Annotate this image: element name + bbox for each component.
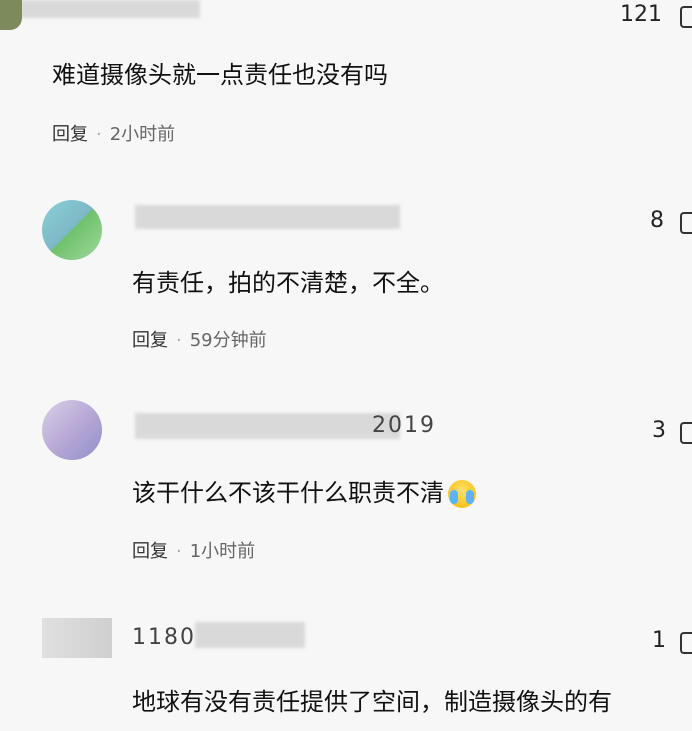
comment-text: 该干什么不该干什么职责不清 bbox=[132, 473, 476, 508]
like-icon[interactable] bbox=[680, 6, 692, 28]
comment-time: 59分钟前 bbox=[189, 330, 267, 351]
separator-dot: · bbox=[176, 330, 182, 351]
like-count: 121 bbox=[620, 2, 662, 27]
comment-text: 难道摄像头就一点责任也没有吗 bbox=[52, 61, 388, 89]
comment-meta: 回复 · 1小时前 bbox=[132, 537, 255, 563]
username-redacted bbox=[135, 413, 400, 439]
comment-time: 1小时前 bbox=[189, 541, 256, 562]
reply-button[interactable]: 回复 bbox=[52, 124, 88, 145]
comment-meta: 回复 · 59分钟前 bbox=[132, 326, 267, 352]
username-redacted bbox=[20, 0, 200, 18]
comment-time: 2小时前 bbox=[109, 124, 176, 145]
comment-text-content: 该干什么不该干什么职责不清 bbox=[132, 479, 444, 507]
username-redacted bbox=[135, 205, 400, 229]
reply-button[interactable]: 回复 bbox=[132, 330, 168, 351]
username-redacted bbox=[195, 622, 305, 648]
like-count: 8 bbox=[650, 208, 664, 233]
like-count: 3 bbox=[652, 418, 666, 443]
reply-button[interactable]: 回复 bbox=[132, 541, 168, 562]
avatar[interactable] bbox=[42, 200, 102, 260]
comment-text: 地球有没有责任提供了空间，制造摄像头的有 bbox=[132, 688, 612, 716]
like-icon[interactable] bbox=[680, 422, 692, 444]
comment-text: 有责任，拍的不清楚，不全。 bbox=[132, 269, 444, 297]
separator-dot: · bbox=[176, 541, 182, 562]
like-icon[interactable] bbox=[680, 632, 692, 654]
like-icon[interactable] bbox=[680, 212, 692, 234]
separator-dot: · bbox=[96, 124, 102, 145]
like-count: 1 bbox=[652, 628, 666, 653]
username-tail: 2019 bbox=[372, 413, 436, 438]
crying-laughing-emoji-icon bbox=[448, 480, 476, 508]
comment-meta: 回复 · 2小时前 bbox=[52, 120, 175, 146]
avatar[interactable] bbox=[0, 0, 22, 30]
avatar[interactable] bbox=[42, 618, 112, 658]
username-partial: 1180 bbox=[132, 625, 196, 650]
avatar[interactable] bbox=[42, 400, 102, 460]
